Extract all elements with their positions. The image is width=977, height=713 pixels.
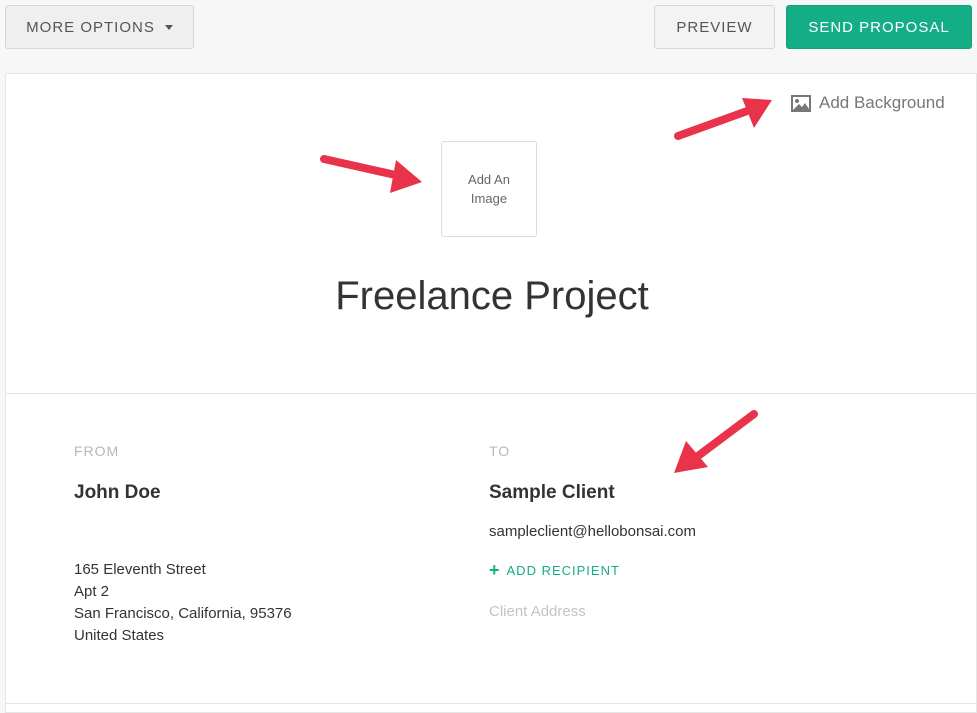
preview-label: PREVIEW	[676, 19, 752, 36]
annotation-arrow-icon	[318, 150, 428, 195]
send-proposal-label: SEND PROPOSAL	[808, 19, 949, 36]
add-recipient-button[interactable]: + ADD RECIPIENT	[489, 560, 620, 581]
image-icon	[791, 95, 811, 112]
add-image-label-line2: Image	[468, 189, 510, 208]
from-address-line: 165 Eleventh Street	[74, 559, 292, 581]
section-divider	[6, 393, 976, 394]
to-label: TO	[489, 443, 510, 459]
more-options-button[interactable]: MORE OPTIONS	[5, 5, 194, 49]
proposal-card: Add Background Add An Image Freelance Pr…	[5, 73, 977, 713]
toolbar: MORE OPTIONS PREVIEW SEND PROPOSAL	[0, 0, 977, 60]
from-address[interactable]: 165 Eleventh Street Apt 2 San Francisco,…	[74, 559, 292, 647]
add-recipient-label: ADD RECIPIENT	[507, 563, 620, 578]
caret-down-icon	[165, 25, 173, 30]
from-address-line: Apt 2	[74, 581, 292, 603]
from-address-line: United States	[74, 625, 292, 647]
bottom-divider	[6, 703, 976, 704]
add-image-label-line1: Add An	[468, 170, 510, 189]
preview-button[interactable]: PREVIEW	[654, 5, 775, 49]
annotation-arrow-icon	[670, 90, 780, 145]
from-name[interactable]: John Doe	[74, 482, 161, 504]
to-email[interactable]: sampleclient@hellobonsai.com	[489, 523, 696, 540]
plus-icon: +	[489, 560, 501, 581]
send-proposal-button[interactable]: SEND PROPOSAL	[786, 5, 972, 49]
proposal-title[interactable]: Freelance Project	[6, 274, 977, 319]
from-address-line: San Francisco, California, 95376	[74, 603, 292, 625]
client-address-input[interactable]	[489, 603, 789, 620]
more-options-label: MORE OPTIONS	[26, 19, 155, 36]
add-background-button[interactable]: Add Background	[791, 92, 945, 114]
annotation-arrow-icon	[668, 405, 763, 480]
add-image-button[interactable]: Add An Image	[441, 141, 537, 237]
from-label: FROM	[74, 443, 119, 459]
add-background-label: Add Background	[819, 93, 945, 113]
to-name[interactable]: Sample Client	[489, 482, 615, 504]
